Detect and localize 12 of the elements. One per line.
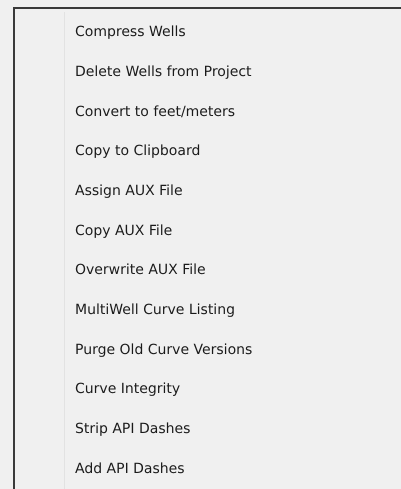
menu-item[interactable]: Purge Old Curve Versions <box>69 330 258 370</box>
menu-item[interactable]: Curve Integrity <box>69 370 258 410</box>
menu-item[interactable]: Add API Dashes <box>69 449 258 489</box>
menu-item[interactable]: Strip API Dashes <box>69 410 258 450</box>
menu-item[interactable]: Overwrite AUX File <box>69 251 258 291</box>
menu-item[interactable]: Delete Wells from Project <box>69 52 258 92</box>
menu-item[interactable]: Assign AUX File <box>69 172 258 212</box>
menu-item[interactable]: Convert to feet/meters <box>69 92 258 132</box>
menu-item[interactable]: MultiWell Curve Listing <box>69 290 258 330</box>
menu-item[interactable]: Copy AUX File <box>69 211 258 252</box>
menu-item[interactable]: Copy to Clipboard <box>69 132 258 172</box>
menu-item[interactable]: Compress Wells <box>69 13 258 53</box>
